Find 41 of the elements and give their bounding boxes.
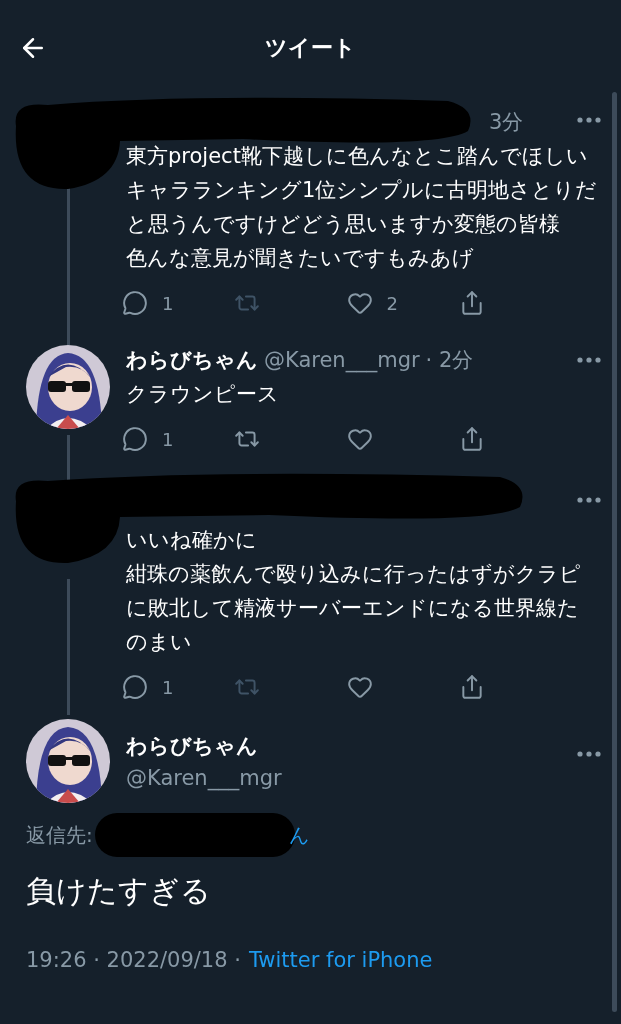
source-link[interactable]: Twitter for iPhone: [248, 948, 433, 972]
count-text: 1: [162, 292, 174, 314]
speech-bubble-icon: [122, 426, 148, 452]
tweet-text: いいね確かに: [126, 527, 258, 554]
more-button[interactable]: [577, 751, 601, 757]
tweet-text: 紺珠の薬飲んで殴り込みに行ったはずがクラピに敗北して精液サーバーエンドになる世界線たのまい: [126, 561, 582, 656]
tweet-text: クラウンピース: [126, 381, 280, 408]
user-name[interactable]: わらびちゃん: [126, 346, 258, 374]
reply-to-label: 返信先:: [26, 821, 93, 849]
heart-icon: [346, 674, 373, 700]
count-text: 1: [162, 428, 174, 450]
tweet-time: · 2分: [425, 347, 474, 374]
more-icon: [577, 357, 601, 363]
more-button[interactable]: [577, 357, 601, 363]
more-icon: [577, 497, 601, 503]
reply-to-link[interactable]: ん: [288, 821, 309, 849]
page-title: ツイート: [265, 34, 356, 60]
tweet-timestamp: 19:26 · 2022/09/18 ·: [26, 948, 241, 972]
more-button[interactable]: [577, 497, 601, 503]
reply-button[interactable]: 1: [122, 674, 174, 700]
user-handle[interactable]: @Karen___mgr: [264, 348, 420, 372]
like-button[interactable]: [346, 426, 373, 452]
user-handle[interactable]: @Karen___mgr: [126, 766, 282, 790]
heart-icon: [346, 426, 373, 452]
like-button[interactable]: [346, 674, 373, 700]
tweet-time: 3分: [489, 109, 524, 136]
speech-bubble-icon: [122, 290, 148, 316]
like-button[interactable]: 2: [346, 290, 398, 316]
more-button[interactable]: [577, 117, 601, 123]
speech-bubble-icon: [122, 674, 148, 700]
tweet-text: 東方project靴下越しに色んなとこ踏んでほしいキャラランキング1位シンプルに古明地さとりだと思うんですけどどう思いますか変態の皆様: [126, 143, 599, 238]
reply-button[interactable]: 1: [122, 426, 174, 452]
count-text: 1: [162, 676, 174, 698]
reply-button[interactable]: 1: [122, 290, 174, 316]
more-icon: [577, 751, 601, 757]
user-name[interactable]: わらびちゃん: [126, 732, 282, 760]
tweet-text: 負けたすぎる: [26, 872, 212, 910]
tweet-text: 色んな意見が聞きたいですもみあげ: [126, 245, 475, 272]
more-icon: [577, 117, 601, 123]
heart-icon: [346, 290, 373, 316]
count-text: 2: [386, 292, 398, 314]
